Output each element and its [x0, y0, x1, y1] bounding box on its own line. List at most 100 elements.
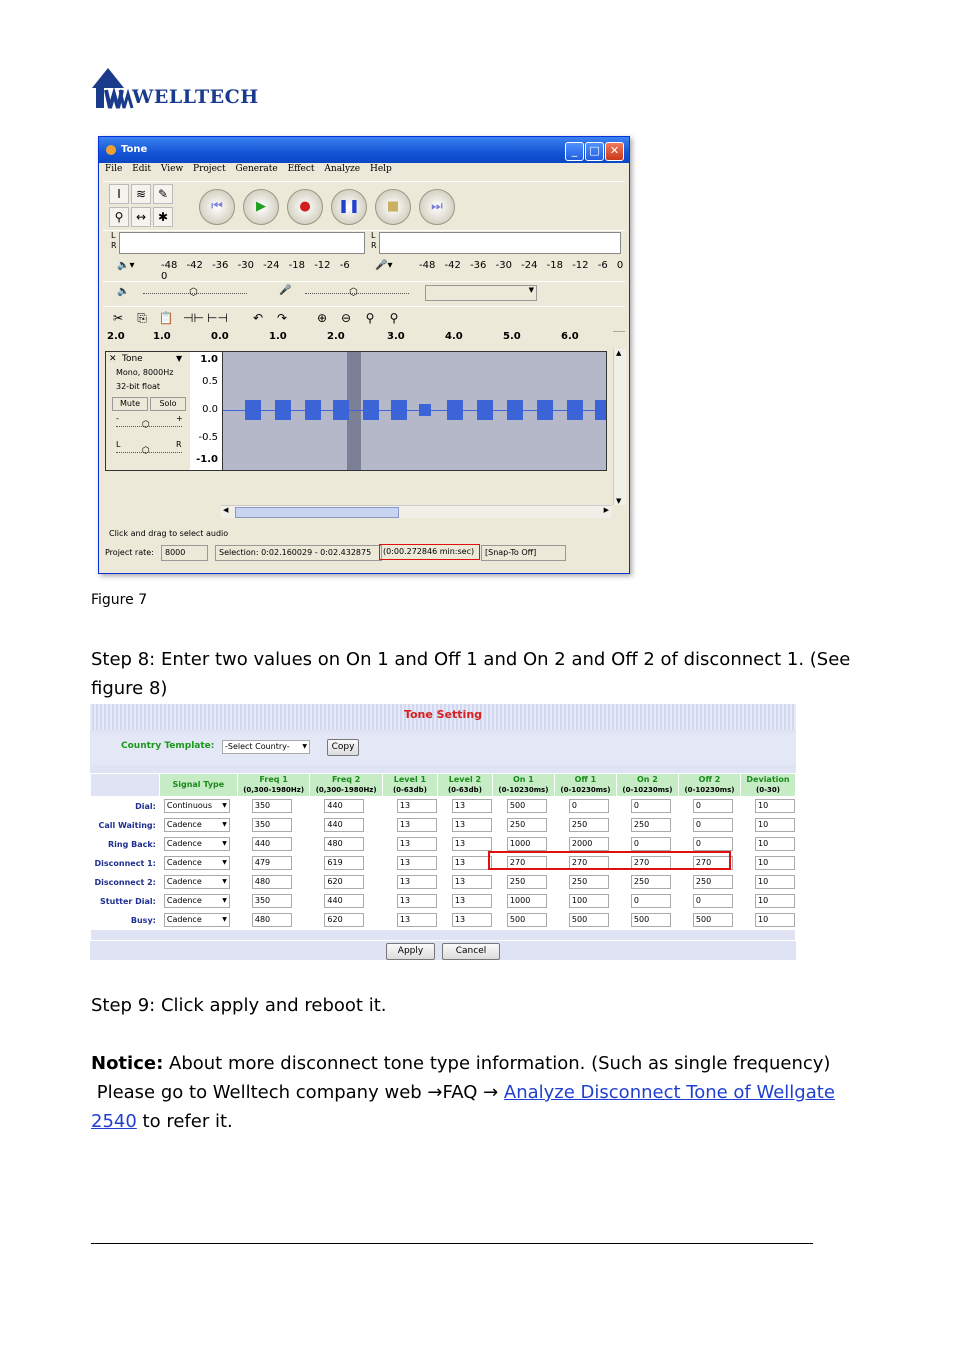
- value-input[interactable]: 250: [506, 818, 547, 832]
- play-icon[interactable]: ▶: [243, 189, 279, 225]
- menu-project[interactable]: Project: [193, 164, 226, 174]
- mute-button[interactable]: Mute: [112, 397, 148, 411]
- signal-type-select[interactable]: Cadence: [163, 818, 230, 832]
- signal-type-select[interactable]: Cadence: [163, 837, 230, 851]
- close-button[interactable]: ✕: [605, 142, 624, 161]
- scroll-left-icon[interactable]: ◀: [223, 506, 228, 514]
- value-input[interactable]: 10: [755, 913, 795, 927]
- value-input[interactable]: 500: [630, 913, 671, 927]
- fit-project-icon[interactable]: ⚲: [385, 309, 403, 327]
- signal-type-select[interactable]: Cadence: [163, 913, 230, 927]
- value-input[interactable]: 350: [251, 894, 292, 908]
- value-input[interactable]: 350: [251, 799, 292, 813]
- scroll-up-icon[interactable]: ▲: [616, 349, 621, 357]
- value-input[interactable]: 440: [324, 818, 365, 832]
- value-input[interactable]: 10: [755, 875, 795, 889]
- solo-button[interactable]: Solo: [150, 397, 186, 411]
- value-input[interactable]: 13: [396, 837, 437, 851]
- value-input[interactable]: 0: [630, 837, 671, 851]
- value-input[interactable]: 250: [630, 875, 671, 889]
- apply-button[interactable]: Apply: [386, 943, 435, 960]
- value-input[interactable]: 100: [568, 894, 609, 908]
- value-input[interactable]: 13: [396, 799, 437, 813]
- value-input[interactable]: 479: [251, 856, 292, 870]
- menu-help[interactable]: Help: [370, 164, 392, 174]
- zoom-tool-icon[interactable]: ⚲: [109, 207, 129, 227]
- skip-end-icon[interactable]: ⏭: [419, 189, 455, 225]
- menu-file[interactable]: File: [105, 164, 122, 174]
- value-input[interactable]: 13: [396, 913, 437, 927]
- value-input[interactable]: 620: [324, 913, 365, 927]
- signal-type-select[interactable]: Cadence: [163, 856, 230, 870]
- value-input[interactable]: 10: [755, 894, 795, 908]
- copy-button[interactable]: Copy: [327, 739, 359, 756]
- value-input[interactable]: 350: [251, 818, 292, 832]
- value-input[interactable]: 250: [568, 818, 609, 832]
- pan-slider-thumb[interactable]: ⬡: [142, 446, 150, 456]
- value-input[interactable]: 13: [451, 818, 492, 832]
- output-slider-thumb[interactable]: ⬡: [189, 287, 198, 298]
- value-input[interactable]: 1000: [506, 837, 547, 851]
- value-input[interactable]: 13: [396, 875, 437, 889]
- project-rate-field[interactable]: 8000: [161, 545, 208, 561]
- value-input[interactable]: 13: [451, 837, 492, 851]
- value-input[interactable]: 13: [451, 856, 492, 870]
- value-input[interactable]: 10: [755, 799, 795, 813]
- value-input[interactable]: 13: [451, 799, 492, 813]
- value-input[interactable]: 440: [324, 799, 365, 813]
- vertical-scrollbar[interactable]: ▲ ▼: [613, 349, 626, 505]
- value-input[interactable]: 1000: [506, 894, 547, 908]
- value-input[interactable]: 250: [506, 875, 547, 889]
- value-input[interactable]: 0: [692, 894, 733, 908]
- value-input[interactable]: 250: [692, 875, 733, 889]
- value-input[interactable]: 500: [568, 913, 609, 927]
- value-input[interactable]: 440: [251, 837, 292, 851]
- value-input[interactable]: 13: [451, 894, 492, 908]
- redo-icon[interactable]: ↷: [273, 309, 291, 327]
- value-input[interactable]: 620: [324, 875, 365, 889]
- signal-type-select[interactable]: Continuous: [163, 799, 230, 813]
- value-input[interactable]: 480: [324, 837, 365, 851]
- scroll-thumb[interactable]: [235, 507, 399, 518]
- value-input[interactable]: 500: [506, 913, 547, 927]
- menu-effect[interactable]: Effect: [288, 164, 315, 174]
- record-icon[interactable]: ●: [287, 189, 323, 225]
- cancel-button[interactable]: Cancel: [442, 943, 500, 960]
- value-input[interactable]: 13: [451, 875, 492, 889]
- stop-icon[interactable]: ■: [375, 189, 411, 225]
- fit-selection-icon[interactable]: ⚲: [361, 309, 379, 327]
- minimize-button[interactable]: _: [565, 142, 584, 161]
- horizontal-scrollbar[interactable]: ◀ ▶: [221, 505, 611, 518]
- value-input[interactable]: 500: [506, 799, 547, 813]
- gain-slider-thumb[interactable]: ⬡: [142, 420, 150, 430]
- track-close-icon[interactable]: ✕: [109, 354, 117, 364]
- input-source-select[interactable]: ▼: [425, 285, 537, 301]
- trim-icon[interactable]: ⊣⊢: [183, 309, 204, 327]
- track-menu-chevron-icon[interactable]: ▼: [176, 354, 182, 363]
- value-input[interactable]: 10: [755, 856, 795, 870]
- scroll-down-icon[interactable]: ▼: [616, 497, 621, 505]
- value-input[interactable]: 480: [251, 875, 292, 889]
- signal-type-select[interactable]: Cadence: [163, 894, 230, 908]
- value-input[interactable]: 0: [692, 818, 733, 832]
- value-input[interactable]: 0: [630, 799, 671, 813]
- draw-tool-icon[interactable]: ✎: [153, 184, 173, 204]
- value-input[interactable]: 500: [692, 913, 733, 927]
- timeline-ruler[interactable]: 2.0 1.0 0.0 1.0 2.0 3.0 4.0 5.0 6.0: [103, 331, 613, 347]
- input-slider-thumb[interactable]: ⬡: [349, 287, 358, 298]
- pause-icon[interactable]: ❚❚: [331, 189, 367, 225]
- value-input[interactable]: 0: [692, 837, 733, 851]
- menu-generate[interactable]: Generate: [235, 164, 277, 174]
- value-input[interactable]: 250: [630, 818, 671, 832]
- maximize-button[interactable]: □: [585, 142, 604, 161]
- value-input[interactable]: 13: [396, 856, 437, 870]
- skip-start-icon[interactable]: ⏮: [199, 189, 235, 225]
- menu-edit[interactable]: Edit: [132, 164, 151, 174]
- signal-type-select[interactable]: Cadence: [163, 875, 230, 889]
- paste-icon[interactable]: 📋: [157, 309, 175, 327]
- zoom-out-icon[interactable]: ⊖: [337, 309, 355, 327]
- silence-icon[interactable]: ⊢⊣: [207, 309, 228, 327]
- value-input[interactable]: 10: [755, 837, 795, 851]
- waveform-view[interactable]: [223, 352, 606, 470]
- value-input[interactable]: 0: [630, 894, 671, 908]
